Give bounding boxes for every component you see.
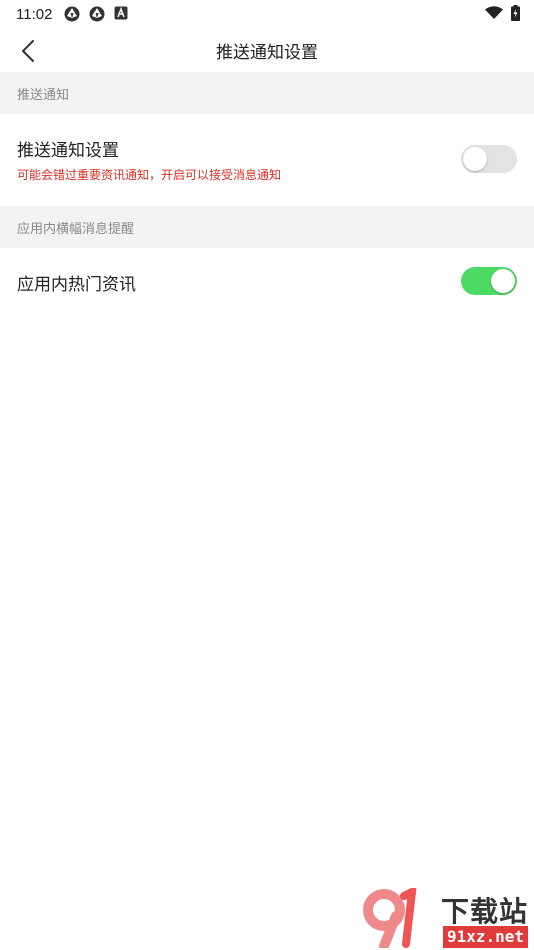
battery-icon [511, 5, 520, 25]
back-button[interactable] [14, 37, 42, 65]
setting-description: 可能会错过重要资讯通知，开启可以接受消息通知 [17, 168, 282, 182]
watermark-brand: 下载站 [440, 895, 528, 928]
setting-label: 推送通知设置 [17, 141, 119, 161]
push-notification-toggle[interactable] [461, 145, 517, 173]
setting-label: 应用内热门资讯 [17, 275, 136, 295]
watermark-logo-icon [363, 888, 417, 948]
setting-row-hot-news: 应用内热门资讯 [0, 248, 534, 316]
aperture-icon [89, 6, 105, 22]
status-time: 11:02 [16, 5, 53, 23]
chevron-left-icon [22, 40, 34, 62]
status-bar: 11:02 [0, 0, 534, 28]
app-bar: 推送通知设置 [0, 28, 534, 72]
watermark: 下载站 91xz.net [360, 888, 530, 948]
section-header-push: 推送通知 [0, 72, 534, 114]
wifi-icon [485, 6, 503, 24]
aperture-icon [64, 6, 80, 22]
section-header-banner: 应用内横幅消息提醒 [0, 206, 534, 248]
toggle-knob [491, 269, 515, 293]
setting-row-push-notification: 推送通知设置 可能会错过重要资讯通知，开启可以接受消息通知 [0, 114, 534, 206]
page-title: 推送通知设置 [216, 42, 318, 63]
watermark-url: 91xz.net [442, 926, 528, 948]
hot-news-toggle[interactable] [461, 267, 517, 295]
toggle-knob [463, 147, 487, 171]
font-a-icon [114, 6, 130, 22]
